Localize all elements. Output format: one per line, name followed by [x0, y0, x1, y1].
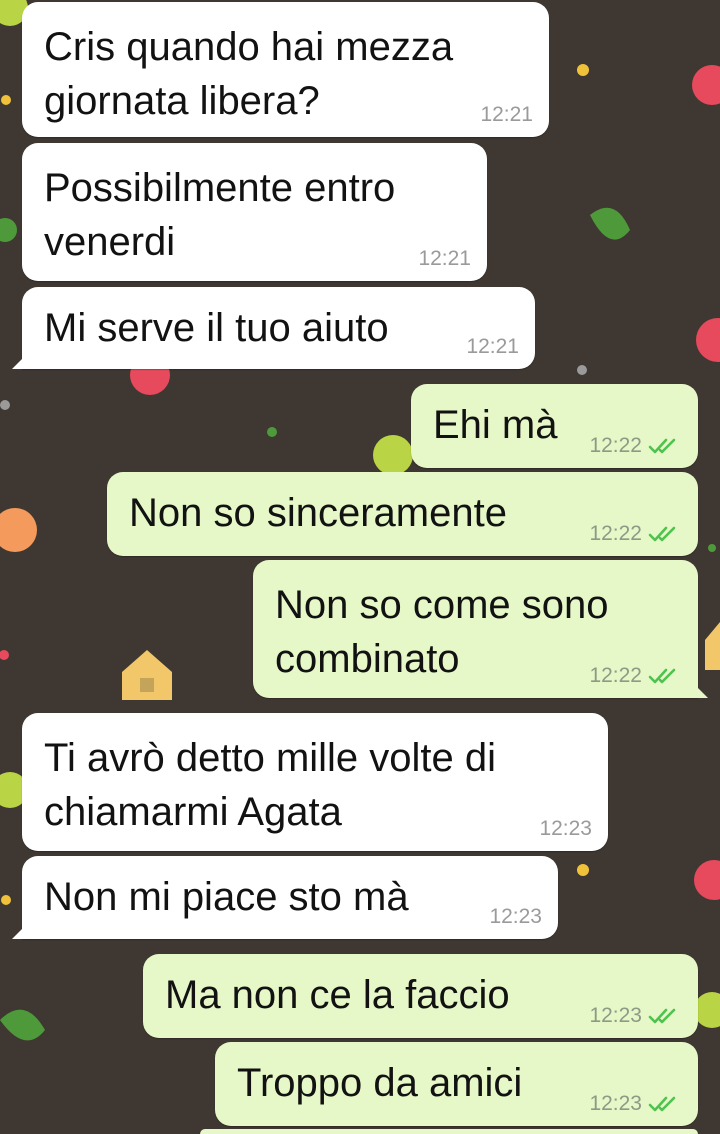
- message-time: 12:21: [466, 335, 519, 358]
- wallpaper-house-doodle: [705, 622, 720, 670]
- message-meta: 12:23: [539, 817, 592, 841]
- wallpaper-leaf-doodle: [0, 1009, 45, 1041]
- message-meta: 12:21: [480, 103, 533, 127]
- incoming-message[interactable]: Non mi piace sto mà 12:23: [12, 856, 558, 939]
- wallpaper-leaf-doodle: [590, 207, 630, 240]
- wallpaper-dot: [267, 427, 277, 437]
- message-meta: 12:23: [589, 1004, 682, 1028]
- message-time: 12:23: [589, 1004, 642, 1027]
- message-text: Non so sinceramente: [129, 491, 507, 535]
- message-text: Non mi piace sto mà: [44, 875, 409, 919]
- message-time: 12:22: [589, 664, 642, 687]
- message-time: 12:21: [418, 247, 471, 270]
- message-meta: 12:22: [589, 434, 682, 458]
- message-meta: 12:23: [589, 1092, 682, 1116]
- message-text: Ehi mà: [433, 403, 558, 447]
- message-text: Non so come sono combinato: [275, 583, 609, 681]
- read-double-check-icon: [648, 526, 676, 542]
- incoming-message[interactable]: Mi serve il tuo aiuto 12:21: [12, 287, 535, 369]
- read-double-check-icon: [648, 668, 676, 684]
- wallpaper-dot: [0, 650, 9, 660]
- wallpaper-dot: [577, 864, 589, 876]
- message-meta: 12:22: [589, 664, 682, 688]
- wallpaper-dot: [0, 400, 10, 410]
- outgoing-message[interactable]: Non so come sono combinato 12:22: [253, 560, 708, 698]
- message-time: 12:22: [589, 522, 642, 545]
- message-time: 12:21: [480, 103, 533, 126]
- wallpaper-apple-doodle: [694, 860, 720, 900]
- outgoing-message[interactable]: Non so sinceramente 12:22: [107, 472, 698, 556]
- incoming-message[interactable]: Possibilmente entro venerdi 12:21: [22, 143, 487, 281]
- message-time: 12:23: [589, 1092, 642, 1115]
- message-text: Possibilmente entro venerdi: [44, 166, 396, 264]
- bubble-tail: [12, 921, 30, 939]
- outgoing-message[interactable]: Ma non ce la faccio 12:23: [143, 954, 698, 1038]
- wallpaper-leaf-doodle: [0, 218, 17, 242]
- message-meta: 12:21: [418, 247, 471, 271]
- wallpaper-pear-doodle: [373, 435, 413, 475]
- message-text: Ti avrò detto mille volte di chiamarmi A…: [44, 736, 497, 834]
- message-meta: 12:21: [466, 335, 519, 359]
- message-meta: 12:23: [489, 905, 542, 929]
- message-time: 12:23: [489, 905, 542, 928]
- wallpaper-apple-doodle: [696, 318, 720, 362]
- bubble-tail: [690, 680, 708, 698]
- wallpaper-dot: [1, 895, 11, 905]
- read-double-check-icon: [648, 438, 676, 454]
- outgoing-message-partial[interactable]: [200, 1129, 698, 1134]
- wallpaper-dot: [708, 544, 716, 552]
- message-text: Mi serve il tuo aiuto: [44, 306, 389, 350]
- message-text: Ma non ce la faccio: [165, 973, 510, 1017]
- read-double-check-icon: [648, 1096, 676, 1112]
- wallpaper-apple-doodle: [692, 65, 720, 105]
- bubble-tail: [12, 351, 30, 369]
- wallpaper-dot: [577, 365, 587, 375]
- message-text: Cris quando hai mezza giornata libera?: [44, 25, 454, 123]
- outgoing-message[interactable]: Ehi mà 12:22: [411, 384, 698, 468]
- wallpaper-dot: [1, 95, 11, 105]
- incoming-message[interactable]: Cris quando hai mezza giornata libera? 1…: [22, 2, 549, 137]
- wallpaper-dot: [577, 64, 589, 76]
- wallpaper-house-doodle: [122, 650, 172, 700]
- message-time: 12:22: [589, 434, 642, 457]
- outgoing-message[interactable]: Troppo da amici 12:23: [215, 1042, 698, 1126]
- wallpaper-orange-doodle: [0, 508, 37, 552]
- incoming-message[interactable]: Ti avrò detto mille volte di chiamarmi A…: [22, 713, 608, 851]
- read-double-check-icon: [648, 1008, 676, 1024]
- message-text: Troppo da amici: [237, 1061, 523, 1105]
- message-meta: 12:22: [589, 522, 682, 546]
- message-time: 12:23: [539, 817, 592, 840]
